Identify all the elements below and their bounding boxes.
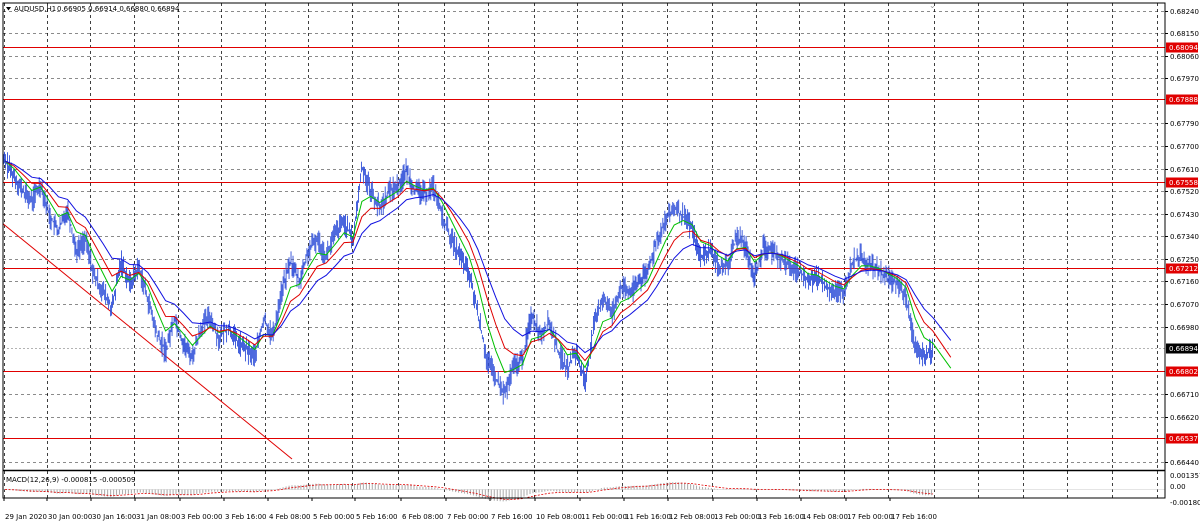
- time-label: 29 Jan 2020: [5, 513, 47, 521]
- price-tick-label: 0.67160: [1170, 278, 1199, 286]
- price-chart[interactable]: 0.68094 0.67888 0.67558 0.67212 0.66802 0.665…: [0, 0, 1200, 524]
- price-tick-label: 0.66710: [1170, 391, 1199, 399]
- ma-slow-line: [4, 160, 952, 354]
- time-axis[interactable]: 29 Jan 2020 30 Jan 00:00 30 Jan 16:00 31 Ja…: [3, 498, 937, 521]
- price-tick-label: 0.67070: [1170, 301, 1199, 309]
- price-tick-label: 0.67970: [1170, 75, 1199, 83]
- time-label: 13 Feb 00:00: [714, 513, 760, 521]
- price-axis[interactable]: 0.68240 0.68150 0.68060 0.67970 0.67790 0.677…: [1165, 8, 1199, 467]
- time-label: 5 Feb 00:00: [313, 513, 354, 521]
- macd-axis: 0.001357 0.00 -0.001807: [1170, 472, 1200, 507]
- time-label: 4 Feb 08:00: [269, 513, 310, 521]
- time-label: 31 Jan 08:00: [136, 513, 180, 521]
- price-tick-label: 0.67790: [1170, 120, 1199, 128]
- time-label: 3 Feb 16:00: [225, 513, 266, 521]
- macd-indicator: [3, 482, 1165, 502]
- level-tag-label: 0.66537: [1169, 435, 1198, 443]
- time-label: 6 Feb 08:00: [402, 513, 443, 521]
- price-tick-label: 0.67700: [1170, 143, 1199, 151]
- time-label: 30 Jan 00:00: [48, 513, 92, 521]
- chart-window: 0.68094 0.67888 0.67558 0.67212 0.66802 0.665…: [0, 0, 1200, 524]
- price-tick-label: 0.68150: [1170, 30, 1199, 38]
- time-label: 13 Feb 16:00: [758, 513, 804, 521]
- level-tag-label: 0.67212: [1169, 265, 1198, 273]
- time-label: 7 Feb 00:00: [447, 513, 488, 521]
- price-tick-label: 0.66980: [1170, 324, 1199, 332]
- level-tag-label: 0.67888: [1169, 96, 1198, 104]
- level-tag-label: 0.68094: [1169, 44, 1198, 52]
- time-label: 17 Feb 00:00: [847, 513, 893, 521]
- time-label: 3 Feb 00:00: [181, 513, 222, 521]
- price-tick-label: 0.68060: [1170, 53, 1199, 61]
- time-label: 14 Feb 08:00: [802, 513, 848, 521]
- time-label: 17 Feb 16:00: [891, 513, 937, 521]
- price-tick-label: 0.67520: [1170, 188, 1199, 196]
- macd-tick-label: -0.001807: [1170, 499, 1200, 507]
- ohlc-values: 0.66905 0.66914 0.66880 0.66894: [57, 5, 180, 13]
- time-label: 12 Feb 08:00: [669, 513, 715, 521]
- time-label: 11 Feb 16:00: [625, 513, 671, 521]
- price-tick-label: 0.66620: [1170, 414, 1199, 422]
- ma-mid-line: [4, 160, 952, 362]
- time-label: 30 Jan 16:00: [92, 513, 136, 521]
- time-label: 7 Feb 16:00: [491, 513, 532, 521]
- symbol-label: AUDUSD,H1: [14, 5, 56, 13]
- price-tick-label: 0.66440: [1170, 459, 1199, 467]
- price-tick-label: 0.68240: [1170, 8, 1199, 16]
- one-click-trading-icon[interactable]: ⌄: [929, 1, 936, 10]
- macd-tick-label: 0.00: [1170, 483, 1186, 491]
- plot-border: [2, 2, 1166, 499]
- chart-frame: [2, 2, 1166, 499]
- price-tick-label: 0.67610: [1170, 166, 1199, 174]
- price-tick-label: 0.67250: [1170, 256, 1199, 264]
- time-label: 10 Feb 08:00: [536, 513, 582, 521]
- macd-signal-line: [4, 482, 934, 500]
- dropdown-arrow-icon[interactable]: [6, 7, 11, 11]
- symbol-header[interactable]: AUDUSD,H1 0.66905 0.66914 0.66880 0.6689…: [6, 5, 180, 13]
- level-tag-label: 0.66802: [1169, 368, 1198, 376]
- current-price-label: 0.66894: [1169, 345, 1198, 353]
- price-tick-label: 0.67430: [1170, 211, 1199, 219]
- grid-lines: [3, 3, 1165, 498]
- time-label: 5 Feb 16:00: [356, 513, 397, 521]
- time-label: 11 Feb 00:00: [581, 513, 627, 521]
- price-tick-label: 0.67340: [1170, 233, 1199, 241]
- macd-label: MACD(12,26,9) -0.000815 -0.000509: [6, 476, 135, 484]
- level-tag-label: 0.67558: [1169, 179, 1198, 187]
- macd-tick-label: 0.001357: [1170, 472, 1200, 480]
- horizontal-levels[interactable]: 0.68094 0.67888 0.67558 0.67212 0.66802 0.665…: [3, 42, 1198, 444]
